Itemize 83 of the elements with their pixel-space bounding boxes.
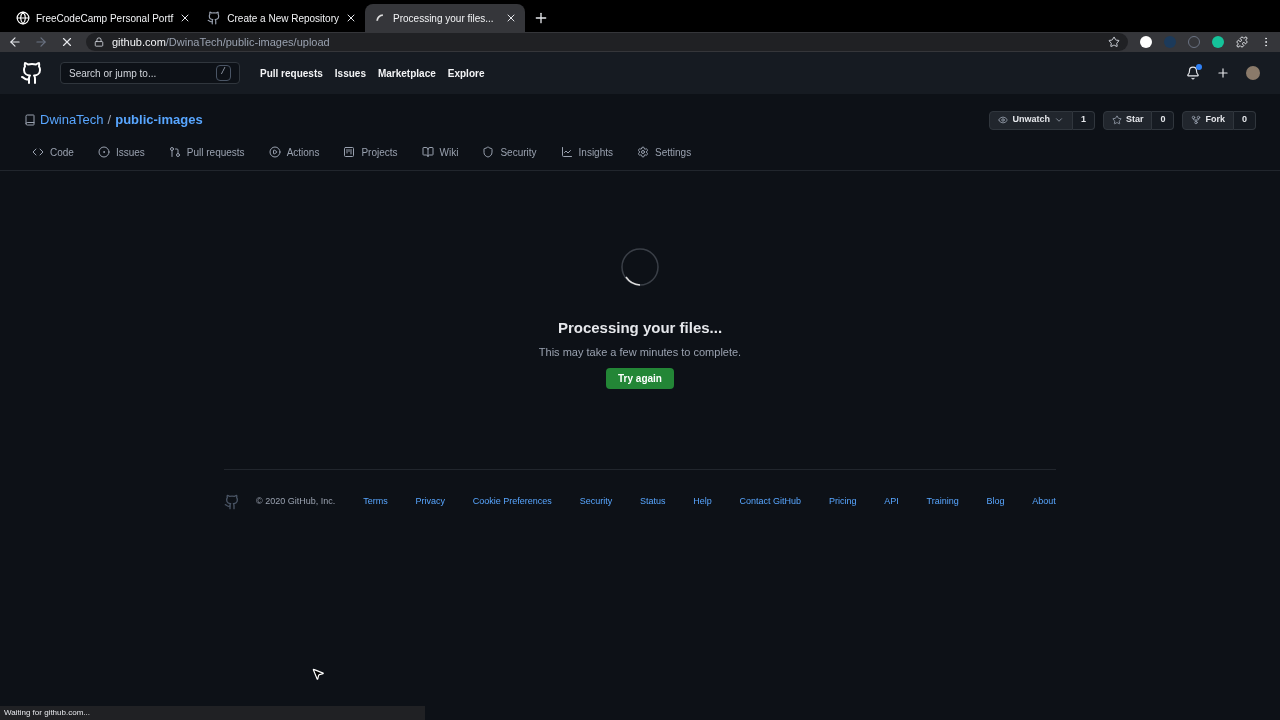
path-separator: / <box>107 111 112 130</box>
lock-icon <box>94 37 104 47</box>
actions-icon <box>268 146 281 158</box>
avatar[interactable] <box>1246 66 1260 80</box>
insights-icon <box>560 146 573 158</box>
code-icon <box>32 146 44 158</box>
footer-link[interactable]: Cookie Preferences <box>472 495 552 509</box>
repo-icon <box>24 114 36 126</box>
footer-link[interactable]: Privacy <box>415 495 445 509</box>
status-bar: Waiting for github.com... <box>0 706 425 720</box>
repo-action-button[interactable]: Star <box>1102 110 1153 130</box>
extension-icon[interactable] <box>1140 36 1152 48</box>
tab-title: Create a New Repository <box>227 11 339 26</box>
repo-tab[interactable]: Issues <box>97 144 145 160</box>
caret-icon <box>1053 115 1064 125</box>
try-again-button[interactable]: Try again <box>606 368 674 389</box>
github-logo-icon[interactable] <box>20 61 44 85</box>
count-badge[interactable]: 0 <box>1152 110 1175 130</box>
repo-tab[interactable]: Settings <box>637 144 692 160</box>
settings-icon <box>637 146 650 158</box>
puzzle-icon[interactable] <box>1236 36 1248 48</box>
copyright-text: © 2020 GitHub, Inc. <box>256 495 336 509</box>
issues-icon <box>97 146 110 158</box>
close-icon[interactable] <box>505 12 517 24</box>
nav-link[interactable]: Explore <box>447 65 485 81</box>
tab-title: Processing your files... <box>393 11 495 26</box>
watch-icon <box>998 115 1009 125</box>
repo-name-link[interactable]: public-images <box>115 110 203 130</box>
processing-title: Processing your files... <box>557 318 723 338</box>
forward-icon[interactable] <box>34 35 48 49</box>
nav-link[interactable]: Issues <box>334 65 366 81</box>
browser-tab[interactable]: Processing your files... <box>365 4 525 32</box>
owner-link[interactable]: DwinaTech <box>40 110 104 130</box>
repo-action-button[interactable]: Fork <box>1182 110 1234 130</box>
footer-link[interactable]: Help <box>693 495 712 509</box>
count-badge[interactable]: 0 <box>1234 110 1256 130</box>
browser-tab[interactable]: FreeCodeCamp Personal Portf <box>8 4 200 32</box>
repo-tab[interactable]: Security <box>482 144 537 160</box>
wiki-icon <box>421 146 434 158</box>
search-field[interactable]: Search or jump to... / <box>60 62 240 84</box>
footer-link[interactable]: Pricing <box>828 495 857 509</box>
footer-link[interactable]: Status <box>639 495 666 509</box>
repo-action-button[interactable]: Unwatch <box>989 110 1073 130</box>
extension-icon[interactable] <box>1212 36 1224 48</box>
url-text: github.com/DwinaTech/public-images/upload <box>112 34 330 50</box>
count-badge[interactable]: 1 <box>1072 110 1095 130</box>
processing-message: This may take a few minutes to complete. <box>538 344 742 360</box>
tab-title: FreeCodeCamp Personal Portf <box>36 11 174 26</box>
footer-link[interactable]: Training <box>926 495 959 509</box>
security-icon <box>482 146 495 158</box>
fork-icon <box>1191 115 1202 125</box>
back-icon[interactable] <box>8 35 22 49</box>
browser-tab[interactable]: Create a New Repository <box>199 4 365 32</box>
shortcut-key: / <box>215 65 231 81</box>
new-tab-icon[interactable] <box>533 10 549 26</box>
star-icon <box>1111 115 1122 125</box>
footer-link[interactable]: API <box>884 495 899 509</box>
repo-tab[interactable]: Projects <box>343 144 398 160</box>
repo-tab[interactable]: Actions <box>268 144 320 160</box>
footer-link[interactable]: About <box>1032 495 1056 509</box>
repo-tab[interactable]: Pull requests <box>168 144 245 160</box>
footer-link[interactable]: Blog <box>986 495 1005 509</box>
loading-spinner-icon <box>620 247 660 287</box>
nav-link[interactable]: Pull requests <box>260 65 323 81</box>
close-icon[interactable] <box>345 12 357 24</box>
repo-tab[interactable]: Wiki <box>421 144 459 160</box>
repo-tab[interactable]: Code <box>32 144 74 160</box>
repo-tab[interactable]: Insights <box>560 144 614 160</box>
bookmark-star-icon[interactable] <box>1108 36 1120 48</box>
github-icon <box>207 11 222 25</box>
create-icon[interactable] <box>1216 66 1230 80</box>
globe-icon <box>16 11 30 25</box>
stop-icon[interactable] <box>60 35 74 49</box>
spinner-icon <box>376 14 384 22</box>
footer-link[interactable]: Terms <box>363 495 388 509</box>
footer-link[interactable]: Security <box>579 495 613 509</box>
nav-link[interactable]: Marketplace <box>377 65 436 81</box>
notification-bell-icon[interactable] <box>1186 66 1200 80</box>
projects-icon <box>343 146 356 158</box>
pulls-icon <box>168 146 181 158</box>
address-bar[interactable]: github.com/DwinaTech/public-images/upload <box>86 33 1128 51</box>
footer-link[interactable]: Contact GitHub <box>739 495 802 509</box>
mouse-cursor-icon <box>311 667 325 681</box>
